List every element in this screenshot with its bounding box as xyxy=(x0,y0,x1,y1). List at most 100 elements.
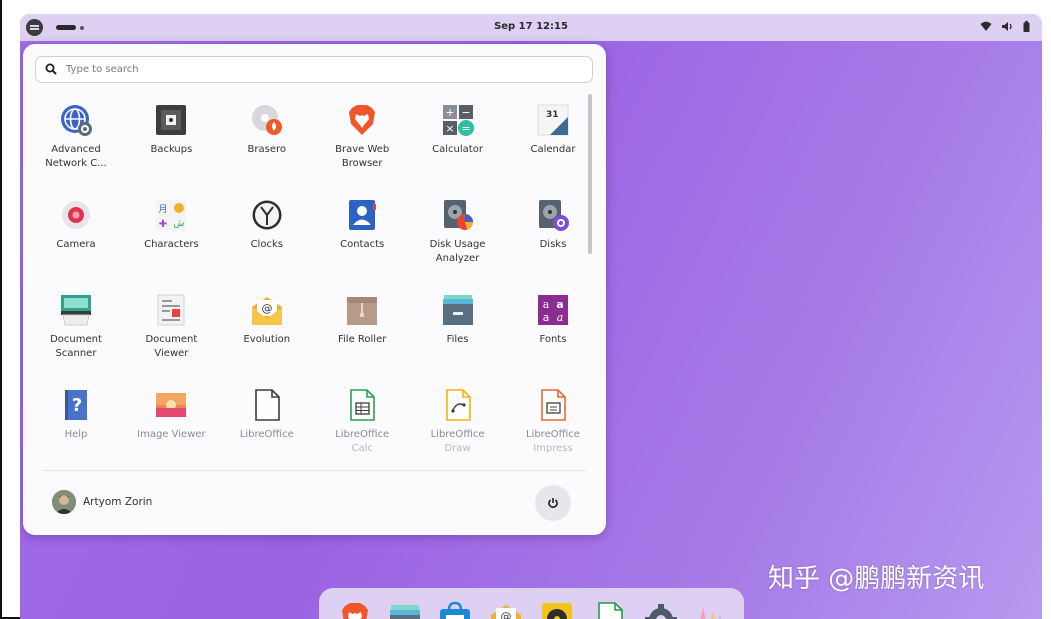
workspace-active-pill[interactable] xyxy=(56,25,76,30)
wifi-icon[interactable] xyxy=(980,21,992,32)
app-launcher-item[interactable]: Document Viewer xyxy=(123,287,218,382)
settings-gear-icon[interactable] xyxy=(644,601,678,619)
app-label-line2: Scanner xyxy=(55,347,97,359)
app-launcher-item[interactable]: Image Viewer xyxy=(123,382,218,459)
document-viewer-icon xyxy=(154,293,188,327)
svg-text:×: × xyxy=(445,122,454,135)
clock[interactable]: Sep 17 12:15 xyxy=(20,21,1042,32)
app-launcher-item[interactable]: Files xyxy=(410,287,505,382)
app-launcher-item[interactable]: Advanced Network C... xyxy=(28,97,123,192)
app-label-line2: Analyzer xyxy=(435,252,480,264)
app-label-line1: Files xyxy=(446,334,469,345)
search-bar[interactable] xyxy=(35,56,593,83)
contacts-icon xyxy=(345,198,379,232)
app-label-line1: LibreOffice xyxy=(525,429,580,440)
libreoffice-calc-icon xyxy=(345,388,379,422)
workspace-indicator[interactable] xyxy=(56,25,84,30)
app-launcher-item[interactable]: Disks xyxy=(505,192,581,287)
file-cabinet-icon xyxy=(441,293,475,327)
search-input[interactable] xyxy=(66,59,566,80)
app-label-line1: File Roller xyxy=(337,334,387,345)
app-launcher-item[interactable]: LibreOffice Draw xyxy=(410,382,505,459)
app-label-line1: LibreOffice xyxy=(430,429,485,440)
svg-text:✚: ✚ xyxy=(159,219,167,230)
app-launcher-item[interactable]: Brasero xyxy=(219,97,314,192)
app-launcher-item[interactable]: Clocks xyxy=(219,192,314,287)
app-launcher-item[interactable]: Disk Usage Analyzer xyxy=(410,192,505,287)
app-grid-scrollbar[interactable] xyxy=(588,94,592,254)
dock: @ xyxy=(319,588,744,619)
app-label: Advanced Network C... xyxy=(28,143,124,170)
app-label: Characters xyxy=(123,238,219,252)
app-label-line1: Backups xyxy=(150,144,193,155)
app-label-line1: Brasero xyxy=(247,144,287,155)
svg-text:=: = xyxy=(461,122,470,135)
app-launcher-item[interactable]: a a a a Fonts xyxy=(505,287,581,382)
svg-text:a: a xyxy=(543,311,550,324)
app-label: File Roller xyxy=(314,333,410,347)
app-grid: Advanced Network C... Backups Brasero Brave … xyxy=(28,97,581,459)
app-launcher-item[interactable]: 31 Calendar xyxy=(505,97,581,192)
app-label-line1: Disk Usage xyxy=(429,239,486,250)
software-store-icon[interactable] xyxy=(438,601,472,619)
svg-text:a: a xyxy=(543,298,550,311)
app-launcher-item[interactable]: + − × = Calculator xyxy=(410,97,505,192)
network-settings-icon xyxy=(59,103,93,137)
image-viewer-icon xyxy=(154,388,188,422)
app-label-line1: Evolution xyxy=(243,334,291,345)
app-label-line1: Calendar xyxy=(530,144,576,155)
characters-icon: 月 ✚ ش xyxy=(154,198,188,232)
power-icon xyxy=(548,498,558,508)
app-launcher-item[interactable]: 月 ✚ ش Characters xyxy=(123,192,218,287)
clock-icon xyxy=(250,198,284,232)
app-label: Clocks xyxy=(219,238,315,252)
app-label-line1: Help xyxy=(64,429,88,440)
zorin-menu-icon[interactable] xyxy=(26,19,43,36)
app-launcher-item[interactable]: Brave Web Browser xyxy=(314,97,409,192)
user-name: Artyom Zorin xyxy=(83,496,153,508)
libreoffice-icon xyxy=(250,388,284,422)
brave-lion-icon[interactable] xyxy=(338,601,372,619)
svg-text:月: 月 xyxy=(159,204,168,215)
files-icon[interactable] xyxy=(388,601,422,619)
top-panel: Sep 17 12:15 xyxy=(20,14,1042,41)
backups-icon xyxy=(154,103,188,137)
app-label: LibreOffice Draw xyxy=(410,428,506,455)
battery-icon[interactable] xyxy=(1023,21,1030,32)
app-launcher-item[interactable]: @ Evolution xyxy=(219,287,314,382)
avatar xyxy=(52,490,76,514)
workspace-dot[interactable] xyxy=(80,25,84,30)
mail-envelope-icon: @ xyxy=(250,293,284,327)
power-button[interactable] xyxy=(535,485,571,521)
svg-text:@: @ xyxy=(501,610,512,619)
app-launcher-item[interactable]: Document Scanner xyxy=(28,287,123,382)
system-tray[interactable] xyxy=(980,21,1030,32)
app-launcher-item[interactable]: LibreOffice xyxy=(219,382,314,459)
app-launcher-item[interactable]: ? Help xyxy=(28,382,123,459)
app-label: Disks xyxy=(505,238,581,252)
window-left-border xyxy=(0,0,2,619)
app-label: LibreOffice xyxy=(219,428,315,442)
mail-icon[interactable]: @ xyxy=(489,601,523,619)
app-label-line1: Clocks xyxy=(250,239,283,250)
app-label: LibreOffice Calc xyxy=(314,428,410,455)
app-launcher-item[interactable]: Contacts xyxy=(314,192,409,287)
app-launcher-item[interactable]: Backups xyxy=(123,97,218,192)
app-launcher-item[interactable]: File Roller xyxy=(314,287,409,382)
svg-text:31: 31 xyxy=(546,110,559,120)
document-icon[interactable] xyxy=(593,601,627,619)
user-account-button[interactable]: Artyom Zorin xyxy=(52,490,152,514)
office-icon[interactable] xyxy=(693,601,727,619)
app-launcher-item[interactable]: Camera xyxy=(28,192,123,287)
archive-box-icon xyxy=(345,293,379,327)
app-label: Disk Usage Analyzer xyxy=(410,238,506,265)
music-icon[interactable] xyxy=(540,601,574,619)
app-launcher-item[interactable]: LibreOffice Calc xyxy=(314,382,409,459)
app-label: Brave Web Browser xyxy=(314,143,410,170)
app-launcher-item[interactable]: LibreOffice Impress xyxy=(505,382,581,459)
svg-text:@: @ xyxy=(261,302,272,315)
volume-icon[interactable] xyxy=(1001,21,1014,32)
app-label-line2: Calc xyxy=(351,442,373,454)
app-label-line1: LibreOffice xyxy=(335,429,390,440)
app-label: Document Scanner xyxy=(28,333,124,360)
